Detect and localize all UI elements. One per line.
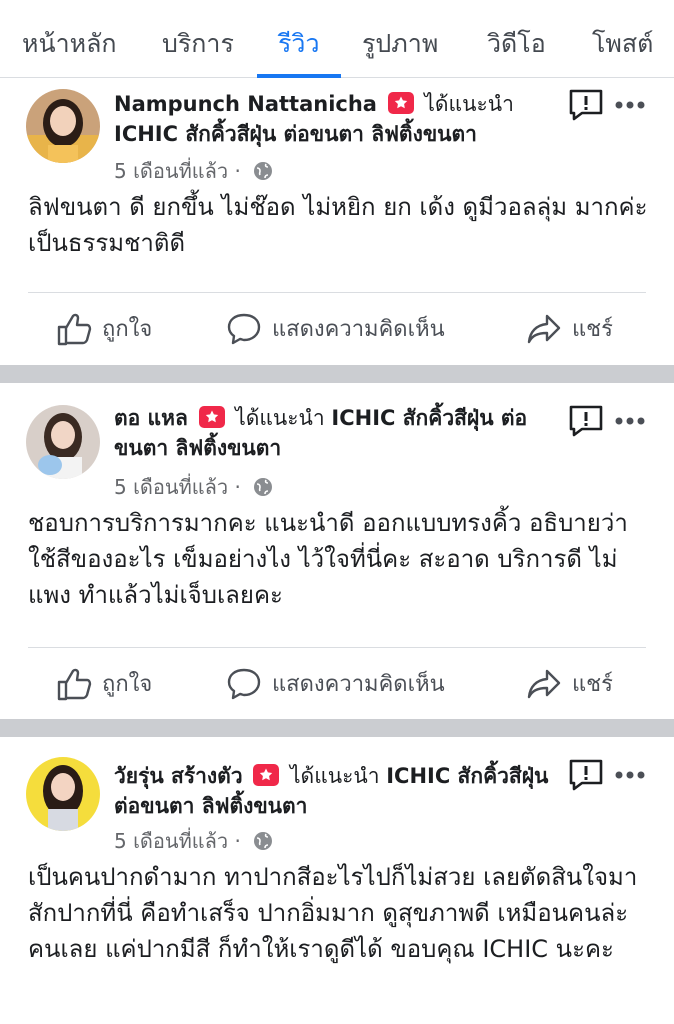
like-button[interactable]: ถูกใจ [56, 666, 152, 701]
tab-home[interactable]: หน้าหลัก [22, 24, 117, 78]
more-options-icon[interactable] [614, 770, 646, 780]
more-options-icon[interactable] [614, 100, 646, 110]
post-time[interactable]: 5 เดือนที่แล้ว · [114, 829, 241, 853]
tab-posts[interactable]: โพสต์ [592, 24, 653, 78]
comment-label: แสดงความคิดเห็น [272, 317, 445, 342]
review-post: ตอ แหล ได้แนะนำ ICHIC สักคิ้วสีฝุ่น ต่อข… [0, 383, 674, 719]
recommend-icon [387, 92, 414, 114]
recommend-icon [198, 406, 225, 428]
avatar[interactable] [26, 405, 100, 479]
recommends-text: ได้แนะนำ [290, 764, 380, 788]
share-icon [527, 669, 561, 698]
review-post: Nampunch Nattanicha ได้แนะนำ ICHIC สักคิ… [0, 79, 674, 365]
review-text: ชอบการบริการมากคะ แนะนำดี ออกแบบทรงคิ้ว … [28, 509, 628, 609]
author-name[interactable]: ตอ แหล [114, 406, 188, 430]
avatar[interactable] [26, 89, 100, 163]
globe-icon [254, 478, 273, 496]
share-icon [527, 314, 561, 343]
tab-services[interactable]: บริการ [162, 24, 234, 78]
globe-icon [254, 162, 273, 180]
like-icon [57, 668, 92, 700]
recommend-icon [253, 764, 280, 786]
tab-photos[interactable]: รูปภาพ [362, 24, 438, 78]
share-label: แชร์ [572, 317, 613, 342]
post-meta: 5 เดือนที่แล้ว · [114, 825, 273, 857]
page-name[interactable]: ICHIC สักคิ้วสีฝุ่น ต่อขนตา ลิฟติ้งขนตา [114, 122, 477, 146]
review-header: วัยรุ่น สร้างตัว ได้แนะนำ ICHIC สักคิ้วส… [114, 761, 554, 821]
report-icon[interactable] [568, 89, 604, 121]
page-tab-bar: หน้าหลัก บริการ รีวิว รูปภาพ วิดีโอ โพสต… [0, 0, 674, 78]
comment-label: แสดงความคิดเห็น [272, 672, 445, 697]
share-button[interactable]: แชร์ [526, 666, 613, 701]
report-icon[interactable] [568, 405, 604, 437]
author-name[interactable]: วัยรุ่น สร้างตัว [114, 764, 243, 788]
review-text: เป็นคนปากดำมาก ทาปากสีอะไรไปก็ไม่สวย เลย… [28, 863, 638, 963]
review-text: ลิฟขนตา ดี ยกขึ้น ไม่ช๊อด ไม่หยิก ยก เด้… [28, 193, 648, 257]
post-separator [0, 365, 674, 383]
share-button[interactable]: แชร์ [526, 311, 613, 346]
post-meta: 5 เดือนที่แล้ว · [114, 471, 273, 503]
post-time[interactable]: 5 เดือนที่แล้ว · [114, 475, 241, 499]
avatar[interactable] [26, 757, 100, 831]
tab-reviews[interactable]: รีวิว [278, 24, 320, 78]
review-header: Nampunch Nattanicha ได้แนะนำ ICHIC สักคิ… [114, 89, 554, 149]
recommends-text: ได้แนะนำ [424, 92, 514, 116]
more-options-icon[interactable] [614, 416, 646, 426]
like-button[interactable]: ถูกใจ [56, 311, 152, 346]
author-name[interactable]: Nampunch Nattanicha [114, 92, 377, 116]
comment-icon [227, 313, 261, 344]
share-label: แชร์ [572, 672, 613, 697]
tab-videos[interactable]: วิดีโอ [487, 24, 546, 78]
like-label: ถูกใจ [102, 672, 153, 697]
comment-button[interactable]: แสดงความคิดเห็น [226, 666, 445, 701]
like-label: ถูกใจ [102, 317, 153, 342]
comment-icon [227, 668, 261, 699]
active-tab-indicator [257, 74, 341, 78]
post-separator [0, 719, 674, 737]
review-post: วัยรุ่น สร้างตัว ได้แนะนำ ICHIC สักคิ้วส… [0, 737, 674, 1024]
report-icon[interactable] [568, 759, 604, 791]
comment-button[interactable]: แสดงความคิดเห็น [226, 311, 445, 346]
post-time[interactable]: 5 เดือนที่แล้ว · [114, 159, 241, 183]
post-meta: 5 เดือนที่แล้ว · [114, 155, 273, 187]
recommends-text: ได้แนะนำ [235, 406, 325, 430]
like-icon [57, 313, 92, 345]
globe-icon [254, 832, 273, 850]
review-header: ตอ แหล ได้แนะนำ ICHIC สักคิ้วสีฝุ่น ต่อข… [114, 403, 554, 463]
divider [28, 647, 646, 648]
divider [28, 292, 646, 293]
